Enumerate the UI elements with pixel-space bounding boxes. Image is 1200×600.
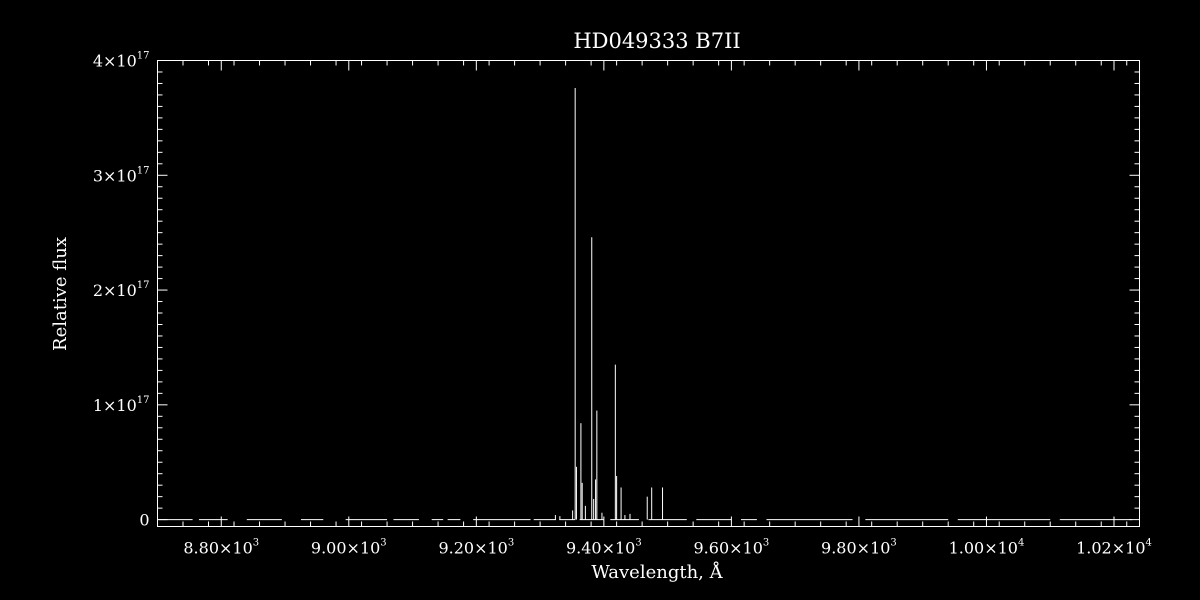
y-tick-label: 0 — [139, 511, 149, 530]
x-tick-exponent: 3 — [890, 538, 896, 549]
y-tick-mantissa: 0 — [139, 511, 149, 530]
y-tick-mantissa: 2×10 — [93, 281, 137, 300]
x-tick-exponent: 3 — [380, 538, 386, 549]
x-tick-label: 9.00×103 — [311, 538, 387, 558]
x-tick-exponent: 3 — [253, 538, 259, 549]
x-tick-mantissa: 1.00×10 — [949, 539, 1018, 558]
x-tick-label: 1.02×104 — [1076, 538, 1152, 558]
spectrum-chart: HD049333 B7II Wavelength, Å Relative flu… — [0, 0, 1200, 600]
x-tick-mantissa: 1.02×10 — [1076, 539, 1145, 558]
x-tick-label: 1.00×104 — [949, 538, 1025, 558]
y-tick-exponent: 17 — [137, 165, 150, 176]
x-tick-mantissa: 9.80×10 — [821, 539, 890, 558]
y-tick-mantissa: 3×10 — [93, 166, 137, 185]
y-axis-label: Relative flux — [50, 237, 71, 351]
x-axis-label: Wavelength, Å — [591, 561, 723, 583]
y-tick-mantissa: 4×10 — [93, 52, 137, 71]
x-tick-exponent: 4 — [1018, 538, 1024, 549]
x-tick-mantissa: 9.40×10 — [566, 539, 635, 558]
x-tick-mantissa: 9.20×10 — [438, 539, 507, 558]
x-tick-label: 9.40×103 — [566, 538, 642, 558]
x-tick-mantissa: 8.80×10 — [183, 539, 252, 558]
x-tick-exponent: 3 — [508, 538, 514, 549]
x-tick-exponent: 3 — [635, 538, 641, 549]
x-tick-label: 8.80×103 — [183, 538, 259, 558]
x-tick-mantissa: 9.60×10 — [694, 539, 763, 558]
y-tick-mantissa: 1×10 — [93, 396, 137, 415]
y-tick-exponent: 17 — [137, 51, 150, 62]
x-tick-label: 9.20×103 — [438, 538, 514, 558]
y-tick-exponent: 17 — [137, 395, 150, 406]
chart-background — [0, 0, 1200, 600]
x-tick-label: 9.80×103 — [821, 538, 897, 558]
x-tick-mantissa: 9.00×10 — [311, 539, 380, 558]
chart-title: HD049333 B7II — [573, 29, 740, 53]
x-tick-exponent: 3 — [763, 538, 769, 549]
x-tick-label: 9.60×103 — [694, 538, 770, 558]
y-tick-exponent: 17 — [137, 280, 150, 291]
x-tick-exponent: 4 — [1146, 538, 1152, 549]
